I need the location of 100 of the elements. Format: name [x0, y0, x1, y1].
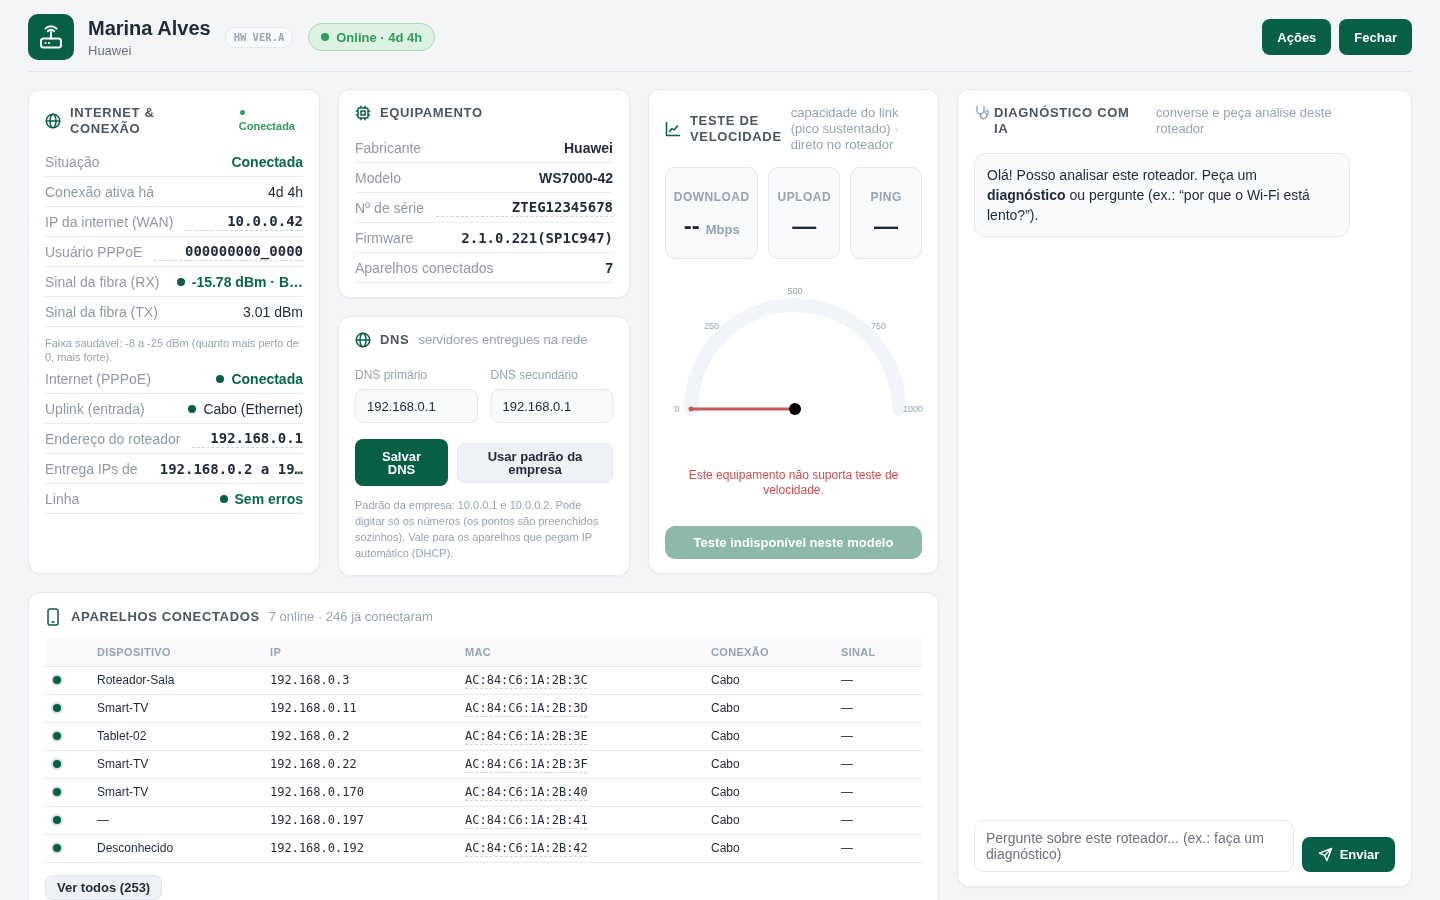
row-value: 192.168.0.2 a 19… [159, 460, 303, 477]
status-text: Conectada [238, 119, 295, 133]
card-subtitle: capacidade do link (pico sustentado) · direto no roteador [790, 105, 900, 153]
row-label: Entrega IPs de [45, 460, 138, 477]
column-header: SINAL [841, 638, 922, 666]
dns-input[interactable]: 192.168.0.1 [490, 389, 613, 423]
table-cell: — [841, 806, 922, 834]
row-value: 4d 4h [267, 183, 303, 200]
row-label: Usuário PPPoE [45, 243, 143, 260]
stat-value: — [792, 212, 817, 240]
table-cell: — [841, 722, 922, 750]
card-subtitle: servidores entregues na rede [418, 332, 588, 348]
row-label: Modelo [355, 169, 401, 186]
row-value: 2.1.0.221(SP1C947) [461, 229, 613, 246]
table-cell: AC:84:C6:1A:2B:41 [465, 806, 711, 834]
column-header: DISPOSITIVO [97, 638, 270, 666]
table-cell: Cabo [711, 834, 841, 862]
row-value: 10.0.0.42 [185, 212, 303, 231]
message-input[interactable]: Pergunte sobre este roteador... (ex.: faça um diagnóstico) [974, 820, 1294, 872]
table-cell: 192.168.0.197 [270, 806, 465, 834]
header-action-button[interactable]: Fechar [1339, 19, 1412, 55]
row-value: Conectada [231, 370, 303, 387]
row-label: Endereço do roteador [45, 430, 181, 447]
row-label: Linha [45, 490, 80, 507]
gauge-tick-label: 0 [674, 404, 680, 414]
send-icon [1317, 847, 1333, 862]
table-cell: 192.168.0.170 [270, 778, 465, 806]
card-title: TESTE DE VELOCIDADE [690, 113, 782, 145]
card-title: DNS [380, 332, 410, 348]
globe-icon [355, 332, 371, 348]
table-cell: Cabo [711, 666, 841, 694]
row-label: Aparelhos conectados [355, 259, 494, 276]
card-subtitle: 7 online · 246 já conectaram [268, 609, 433, 625]
row-value: Cabo (Ethernet) [203, 400, 303, 417]
row-value: 000000000_0000 [154, 242, 303, 261]
stethoscope-icon [974, 105, 990, 121]
row-value: 192.168.0.1 [192, 429, 303, 448]
row-value: 7 [605, 259, 613, 276]
router-icon [28, 14, 74, 60]
table-cell: — [841, 750, 922, 778]
table-cell: 192.168.0.11 [270, 694, 465, 722]
error-message: Este equipamento não suporta teste de velocidade. [687, 468, 900, 498]
table-cell: Smart-TV [97, 778, 270, 806]
table-cell: 192.168.0.22 [270, 750, 465, 778]
row-label: Situação [45, 153, 100, 170]
row-label: Sinal da fibra (RX) [45, 273, 160, 290]
gauge-tick-label: 750 [870, 320, 886, 331]
stat-unit: Mbps [705, 222, 740, 237]
row-value: Sem erros [234, 490, 303, 507]
profile-name: Marina Alves [88, 15, 211, 40]
row-label: IP da internet (WAN) [45, 213, 174, 230]
line-chart-icon [665, 121, 681, 137]
card-title: DIAGNÓSTICO COM IA [994, 105, 1131, 137]
table-cell: Cabo [711, 750, 841, 778]
column-header: IP [270, 638, 465, 666]
table-cell: AC:84:C6:1A:2B:42 [465, 834, 711, 862]
table-cell: AC:84:C6:1A:2B:3C [465, 666, 711, 694]
table-cell: Smart-TV [97, 750, 270, 778]
row-label: Fabricante [355, 139, 422, 156]
table-cell: Tablet-02 [97, 722, 270, 750]
status-text: Online · 4d 4h [336, 29, 423, 45]
row-value: -15.78 dBm · B… [191, 273, 303, 290]
row-label: Sinal da fibra (TX) [45, 303, 158, 320]
gauge-tick-label: 500 [787, 286, 803, 296]
column-header: MAC [465, 638, 711, 666]
vendor-name: Huawei [88, 41, 132, 59]
table-cell: Cabo [711, 806, 841, 834]
table-cell: Cabo [711, 722, 841, 750]
row-label: Nº de série [355, 199, 424, 216]
table-cell: Desconhecido [97, 834, 270, 862]
phone-icon [47, 608, 59, 626]
table-cell: 192.168.0.3 [270, 666, 465, 694]
row-value: Conectada [231, 153, 303, 170]
table-cell: AC:84:C6:1A:2B:3D [465, 694, 711, 722]
table-cell: — [841, 666, 922, 694]
stat-value: — [874, 212, 899, 240]
header-action-button[interactable]: Ações [1262, 19, 1332, 55]
stat-label: UPLOAD [777, 190, 832, 204]
hint-text: Padrão da empresa: 10.0.0.1 e 10.0.0.2. Pode digitar só os números (os pontos são preenchidos sozinhos). Vale para os aparelhos que pegam IP automático (DHCP). [355, 498, 600, 561]
reset-default-button[interactable]: Usar padrão da empresa [457, 442, 613, 483]
row-value: ZTEG12345678 [435, 198, 613, 217]
stat-value: -- [683, 212, 700, 240]
send-button[interactable]: Enviar [1302, 837, 1395, 872]
globe-icon [45, 113, 61, 129]
column-header: CONEXÃO [711, 638, 841, 666]
table-cell: — [841, 778, 922, 806]
card-title: APARELHOS CONECTADOS [71, 609, 260, 625]
table-cell: Cabo [711, 694, 841, 722]
field-label: DNS primário [355, 368, 428, 382]
table-cell: AC:84:C6:1A:2B:3F [465, 750, 711, 778]
save-dns-button[interactable]: Salvar DNS [355, 439, 448, 486]
dns-input[interactable]: 192.168.0.1 [355, 389, 478, 423]
view-all-button[interactable]: Ver todos (253) [45, 874, 163, 900]
stat-label: PING [870, 190, 902, 204]
card-subtitle: converse e peça análise deste roteador [1156, 105, 1333, 137]
row-label: Internet (PPPoE) [45, 370, 151, 387]
stat-label: DOWNLOAD [673, 190, 750, 204]
table-cell: Roteador-Sala [97, 666, 270, 694]
table-cell: Cabo [711, 778, 841, 806]
table-cell: — [841, 694, 922, 722]
